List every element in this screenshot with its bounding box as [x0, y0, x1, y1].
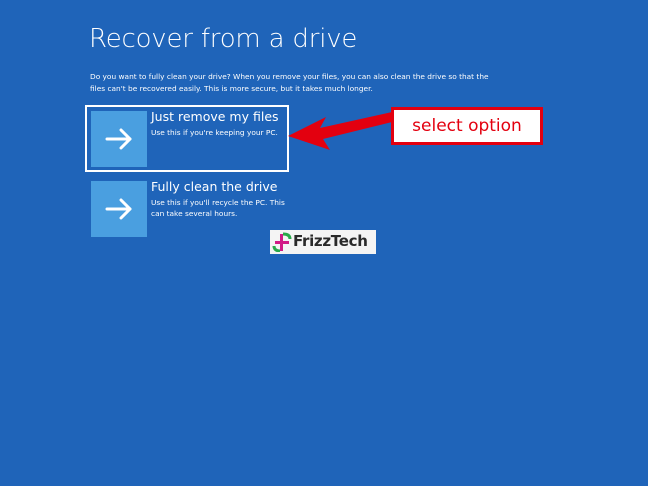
arrow-right-icon — [91, 181, 147, 237]
option-fully-clean-the-drive[interactable]: Fully clean the drive Use this if you'll… — [85, 179, 289, 246]
frizztech-logo-text: FrizzTech — [293, 232, 368, 250]
option-tile — [91, 181, 147, 237]
arrow-right-icon — [91, 111, 147, 167]
annotation-callout: select option — [391, 107, 543, 145]
option-description: Use this if you're keeping your PC. — [151, 128, 278, 137]
option-title: Fully clean the drive — [151, 179, 278, 194]
annotation-arrow — [288, 112, 392, 150]
frizztech-logo: FrizzTech — [270, 230, 376, 254]
page-title: Recover from a drive — [89, 24, 358, 54]
recovery-screen: Recover from a drive Do you want to full… — [0, 0, 648, 486]
option-description: Use this if you'll recycle the PC. This … — [151, 198, 285, 218]
option-title: Just remove my files — [151, 109, 279, 124]
page-description: Do you want to fully clean your drive? W… — [90, 72, 489, 93]
frizztech-logo-mark-icon — [272, 232, 292, 252]
option-just-remove-my-files[interactable]: Just remove my files Use this if you're … — [85, 105, 289, 172]
option-tile — [91, 111, 147, 167]
annotation-label: select option — [412, 116, 522, 136]
